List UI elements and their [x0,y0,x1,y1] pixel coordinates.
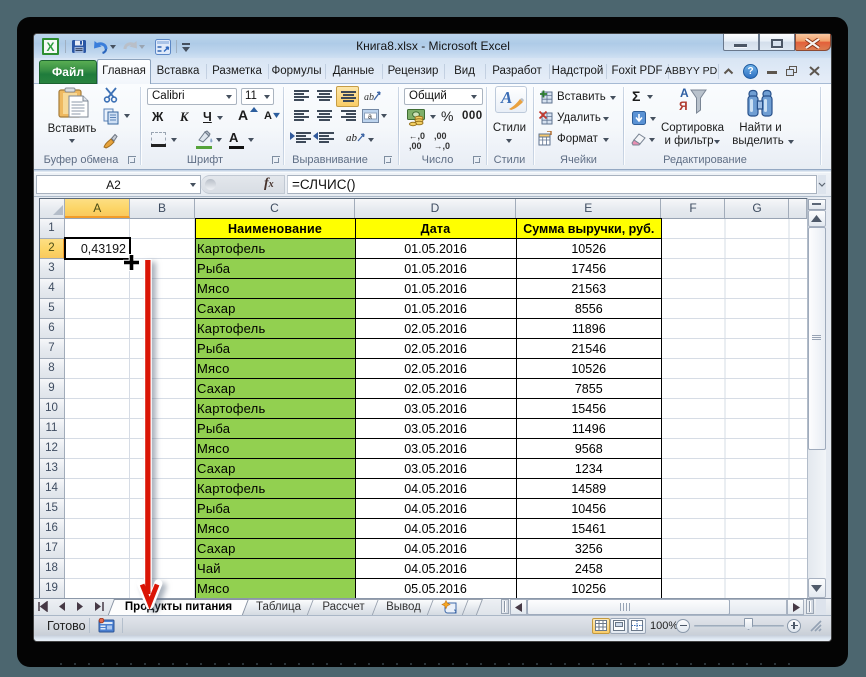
svg-text:ab: ab [364,92,374,103]
svg-text:a: a [368,114,372,121]
svg-text:ab: ab [346,132,358,144]
